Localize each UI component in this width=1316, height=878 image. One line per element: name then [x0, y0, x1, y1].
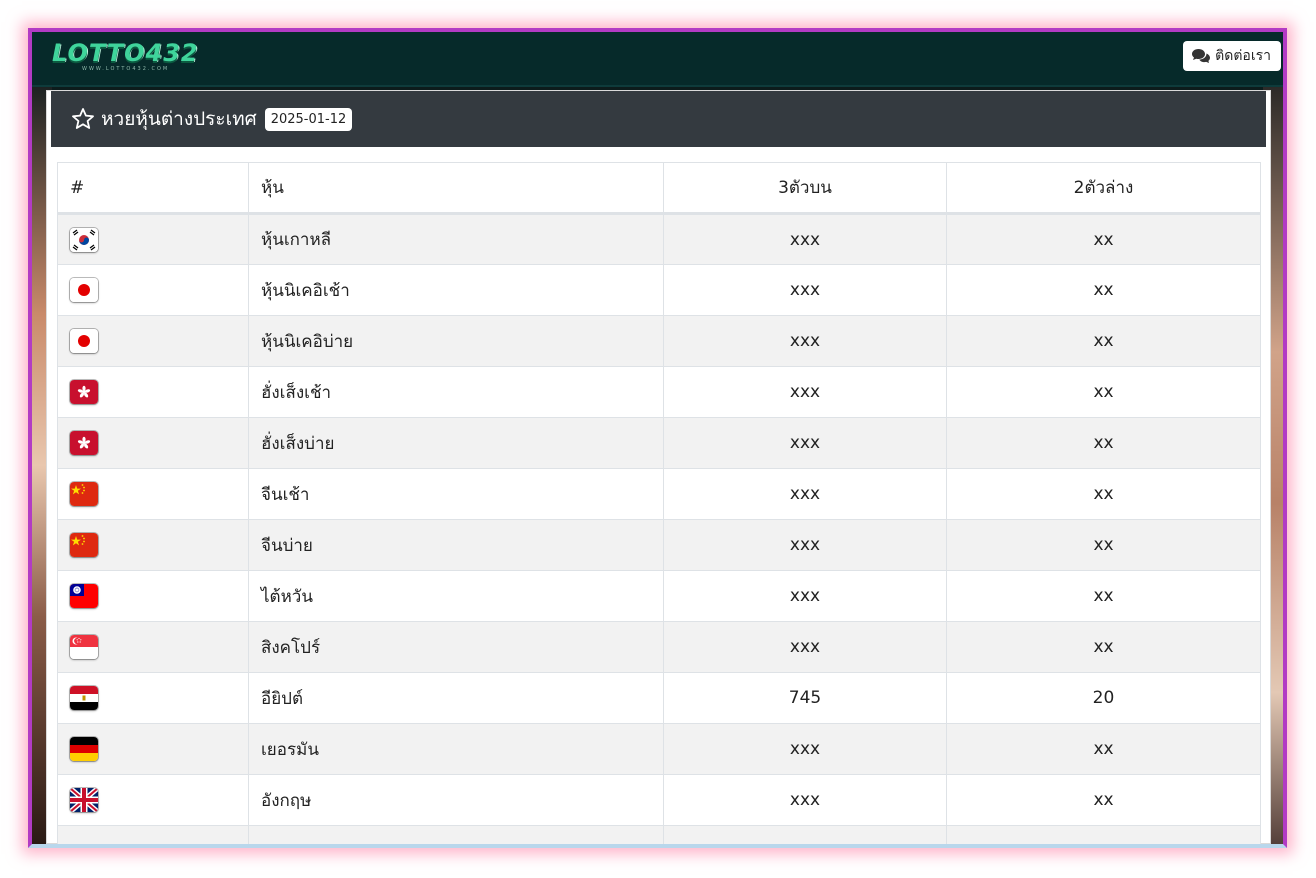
top3-value: xxx — [663, 417, 947, 469]
top3-value: xxx — [663, 315, 947, 367]
japan-flag-icon — [70, 278, 98, 302]
japan-flag-icon — [70, 329, 98, 353]
stock-name: ไต้หวัน — [248, 570, 664, 622]
table-row: จีนบ่าย xxx xx — [57, 519, 1261, 571]
panel-header: หวยหุ้นต่างประเทศ 2025-01-12 — [51, 91, 1266, 147]
empty-cell — [248, 825, 664, 844]
hong-kong-flag-icon — [70, 431, 98, 455]
stock-name: หุ้นนิเคอิเช้า — [248, 264, 664, 316]
table-header-row: # หุ้น 3ตัวบน 2ตัวล่าง — [57, 162, 1261, 215]
stock-name: อังกฤษ — [248, 774, 664, 826]
bottom2-value: xx — [946, 519, 1261, 571]
stock-name: เยอรมัน — [248, 723, 664, 775]
flag-cell — [57, 774, 249, 826]
table-row: สิงคโปร์ xxx xx — [57, 621, 1261, 673]
table-row: หุ้นนิเคอิเช้า xxx xx — [57, 264, 1261, 316]
stock-name: ฮั่งเส็งบ่าย — [248, 417, 664, 469]
column-header-bottom2: 2ตัวล่าง — [946, 162, 1261, 215]
logo-text: LOTTO432 — [52, 39, 199, 67]
top3-value: xxx — [663, 621, 947, 673]
flag-cell — [57, 723, 249, 775]
flag-cell — [57, 468, 249, 520]
stock-name: อียิปต์ — [248, 672, 664, 724]
site-logo[interactable]: LOTTO432 WWW.LOTTO432.COM — [52, 40, 199, 74]
flag-cell — [57, 315, 249, 367]
bottom2-value: xx — [946, 213, 1261, 265]
bottom2-value: xx — [946, 264, 1261, 316]
column-header-stock: หุ้น — [248, 162, 664, 215]
stock-name: หุ้นเกาหลี — [248, 213, 664, 265]
top3-value: xxx — [663, 213, 947, 265]
bottom2-value: xx — [946, 417, 1261, 469]
table-row: หุ้นเกาหลี xxx xx — [57, 213, 1261, 265]
china-flag-icon — [70, 533, 98, 557]
top3-value: xxx — [663, 468, 947, 520]
uk-flag-icon — [70, 788, 98, 812]
table-row: อียิปต์ 745 20 — [57, 672, 1261, 724]
top-navbar: LOTTO432 WWW.LOTTO432.COM ติดต่อเรา — [32, 32, 1283, 87]
column-header-top3: 3ตัวบน — [663, 162, 947, 215]
flag-cell — [57, 417, 249, 469]
bottom2-value: xx — [946, 468, 1261, 520]
south-korea-flag-icon — [70, 227, 98, 252]
star-icon — [71, 107, 95, 131]
empty-cell — [663, 825, 947, 844]
page-frame: LOTTO432 WWW.LOTTO432.COM ติดต่อเรา หวยห… — [28, 28, 1287, 848]
top3-value: xxx — [663, 366, 947, 418]
chat-bubbles-icon — [1191, 48, 1211, 64]
contact-us-button[interactable]: ติดต่อเรา — [1183, 41, 1281, 71]
hong-kong-flag-icon — [70, 380, 98, 404]
flag-cell — [57, 366, 249, 418]
date-badge: 2025-01-12 — [264, 107, 353, 131]
results-panel: หวยหุ้นต่างประเทศ 2025-01-12 # หุ้น 3ตัว… — [46, 90, 1271, 844]
china-flag-icon — [70, 482, 98, 506]
egypt-flag-icon — [70, 686, 98, 710]
bottom2-value: xx — [946, 570, 1261, 622]
bottom2-value: 20 — [946, 672, 1261, 724]
stock-name: สิงคโปร์ — [248, 621, 664, 673]
table-row: ไต้หวัน xxx xx — [57, 570, 1261, 622]
top3-value: xxx — [663, 723, 947, 775]
top3-value: xxx — [663, 570, 947, 622]
flag-cell — [57, 264, 249, 316]
table-row: เยอรมัน xxx xx — [57, 723, 1261, 775]
table-row: จีนเช้า xxx xx — [57, 468, 1261, 520]
table-row: หุ้นนิเคอิบ่าย xxx xx — [57, 315, 1261, 367]
top3-value: xxx — [663, 519, 947, 571]
table-row: อังกฤษ xxx xx — [57, 774, 1261, 826]
top3-value: 745 — [663, 672, 947, 724]
empty-cell — [946, 825, 1261, 844]
table-row: ฮั่งเส็งเช้า xxx xx — [57, 366, 1261, 418]
bottom2-value: xx — [946, 774, 1261, 826]
stock-name: จีนบ่าย — [248, 519, 664, 571]
bottom2-value: xx — [946, 621, 1261, 673]
germany-flag-icon — [70, 737, 98, 761]
column-header-index: # — [57, 162, 249, 215]
flag-cell — [57, 621, 249, 673]
stock-name: ฮั่งเส็งเช้า — [248, 366, 664, 418]
flag-cell — [57, 519, 249, 571]
flag-cell — [57, 672, 249, 724]
contact-us-label: ติดต่อเรา — [1215, 48, 1271, 64]
singapore-flag-icon — [70, 635, 98, 659]
taiwan-flag-icon — [70, 584, 98, 608]
top3-value: xxx — [663, 774, 947, 826]
results-table: # หุ้น 3ตัวบน 2ตัวล่าง หุ้นเกาหลี xxx xx หุ… — [57, 162, 1261, 844]
panel-title: หวยหุ้นต่างประเทศ — [101, 108, 257, 130]
bottom2-value: xx — [946, 723, 1261, 775]
stock-name: หุ้นนิเคอิบ่าย — [248, 315, 664, 367]
bottom2-value: xx — [946, 366, 1261, 418]
empty-cell — [57, 825, 249, 844]
flag-cell — [57, 570, 249, 622]
stock-name: จีนเช้า — [248, 468, 664, 520]
flag-cell — [57, 213, 249, 265]
top3-value: xxx — [663, 264, 947, 316]
bottom2-value: xx — [946, 315, 1261, 367]
table-row-partial — [57, 825, 1261, 844]
table-row: ฮั่งเส็งบ่าย xxx xx — [57, 417, 1261, 469]
